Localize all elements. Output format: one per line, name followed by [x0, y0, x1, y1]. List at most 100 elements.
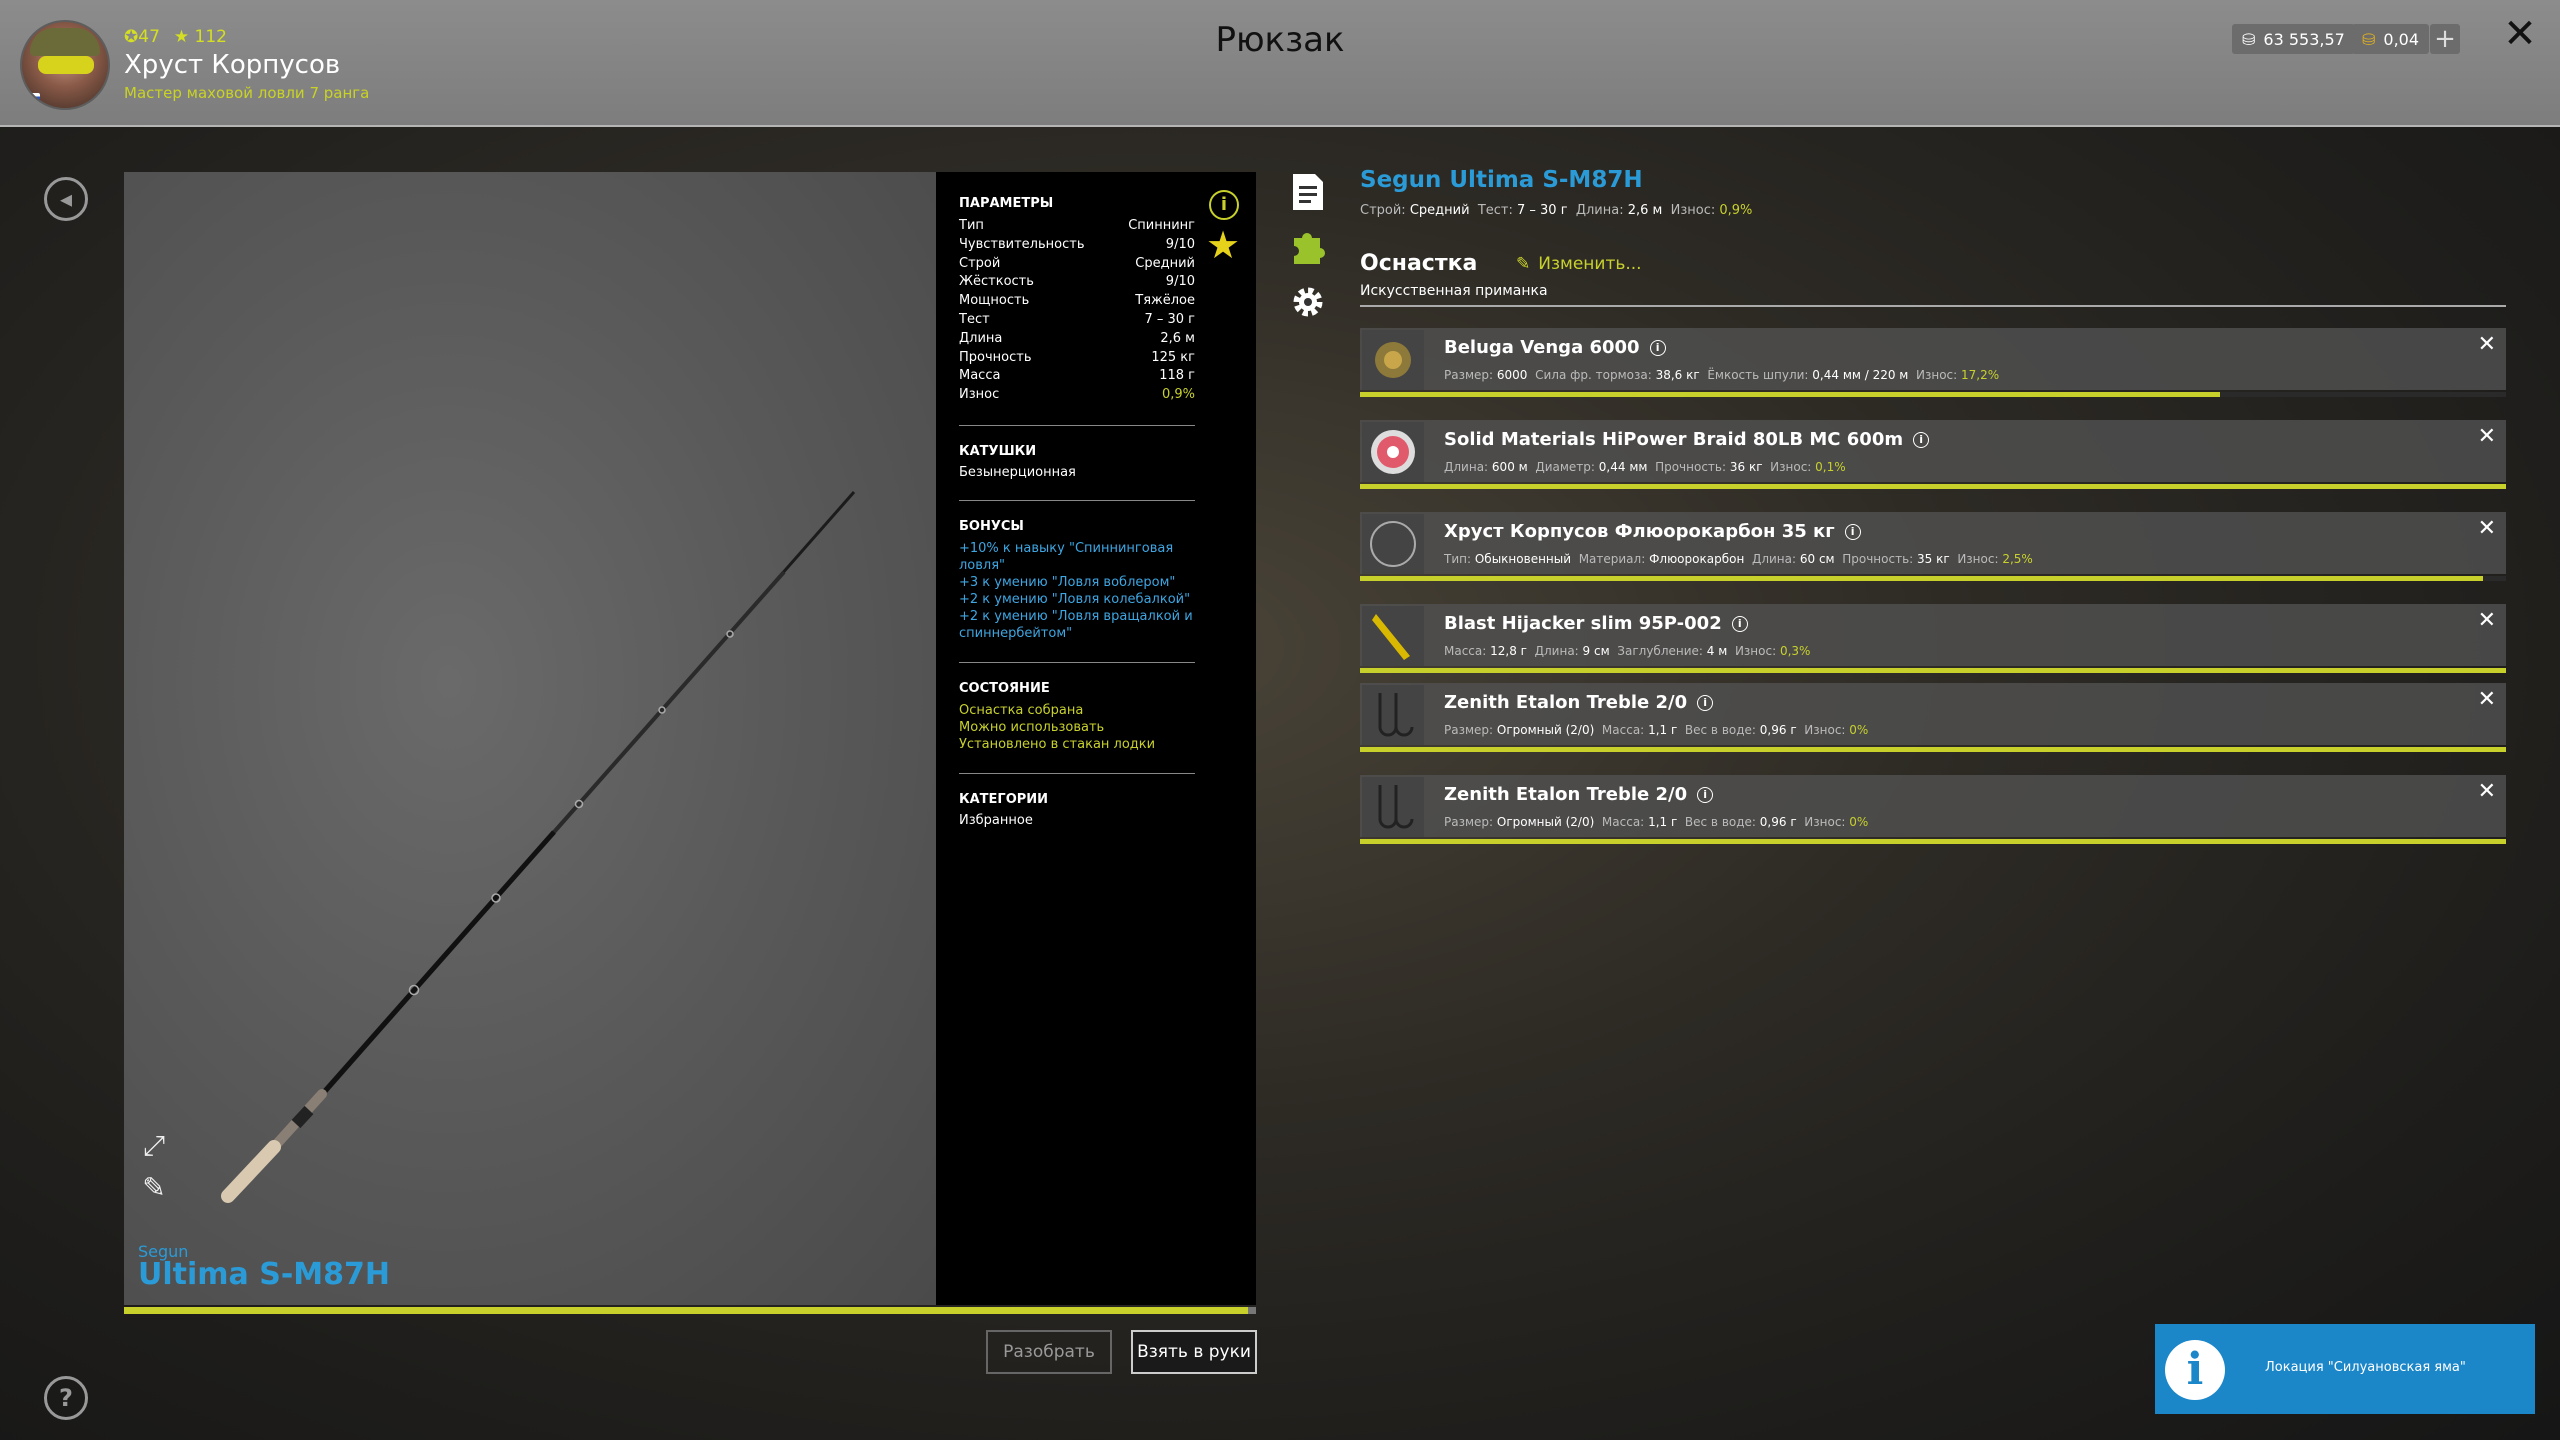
- param-row: Чувствительность 9/10: [959, 236, 1195, 255]
- info-icon[interactable]: i: [1697, 786, 1714, 803]
- divider: [1360, 305, 2506, 307]
- tackle-slot[interactable]: Zenith Etalon Treble 2/0 i Размер: Огромны…: [1360, 683, 2506, 752]
- tackle-subtitle: Искусственная приманка: [1360, 283, 1548, 299]
- back-icon[interactable]: ◂: [44, 177, 88, 221]
- prop-value: 2,5%: [2002, 552, 2033, 566]
- info-icon[interactable]: i: [1649, 339, 1666, 356]
- param-row: Мощность Тяжёлое: [959, 292, 1195, 311]
- add-currency-button[interactable]: +: [2430, 24, 2460, 54]
- tackle-props: Размер: 6000 Сила фр. тормоза: 38,6 кг Ё…: [1444, 368, 2007, 382]
- close-button[interactable]: ✕: [2500, 14, 2540, 54]
- tackle-slot[interactable]: Solid Materials HiPower Braid 80LB MC 60…: [1360, 420, 2506, 489]
- tackle-name: Zenith Etalon Treble 2/0: [1444, 784, 1688, 805]
- prop-value: Средний: [1409, 203, 1470, 218]
- param-row: Прочность 125 кг: [959, 349, 1195, 368]
- param-value: 2,6 м: [1160, 330, 1195, 346]
- document-icon[interactable]: [1290, 172, 1326, 212]
- location-notification[interactable]: i Локация "Силуановская яма": [2155, 1324, 2535, 1414]
- remove-icon[interactable]: ✕: [2478, 608, 2496, 633]
- top-bar: ✪47 ★ 112 Хруст Корпусов Мастер маховой …: [0, 0, 2560, 127]
- state-item: Оснастка собрана: [959, 702, 1084, 718]
- remove-icon[interactable]: ✕: [2478, 424, 2496, 449]
- tackle-slot[interactable]: Blast Hijacker slim 95P-002 i Масса: 12,8 …: [1360, 604, 2506, 673]
- gear-icon[interactable]: [1290, 282, 1326, 322]
- param-label: Тип: [959, 218, 984, 233]
- remove-icon[interactable]: ✕: [2478, 516, 2496, 541]
- param-label: Тест: [959, 311, 990, 327]
- param-row: Износ 0,9%: [959, 386, 1195, 405]
- gold-amount: 0,04: [2383, 29, 2420, 49]
- remove-icon[interactable]: ✕: [2478, 332, 2496, 357]
- tackle-thumbnail: [1362, 606, 1424, 666]
- expand-icon[interactable]: ⤢: [138, 1130, 170, 1162]
- tackle-slot[interactable]: Beluga Venga 6000 i Размер: 6000 Сила фр. …: [1360, 328, 2506, 397]
- param-row: Длина 2,6 м: [959, 330, 1195, 349]
- parameters-panel: i ★ ПАРАМЕТРЫ Тип Спиннинг Чувствительност…: [936, 172, 1256, 1305]
- prop-value: 0,9%: [1719, 203, 1753, 218]
- prop-value: 6000: [1496, 368, 1528, 382]
- tackle-slot[interactable]: Zenith Etalon Treble 2/0 i Размер: Огромны…: [1360, 775, 2506, 844]
- prop-value: 0,96 г: [1759, 723, 1797, 737]
- tackle-title: Оснастка: [1360, 251, 1478, 276]
- rod-title: Segun Ultima S-M87H: [1360, 167, 1643, 193]
- edit-icon: ✎: [1516, 254, 1531, 274]
- prop-label: Ёмкость шпули:: [1707, 368, 1809, 382]
- prop-label: Износ:: [1957, 552, 1999, 566]
- param-value: Спиннинг: [1128, 218, 1195, 233]
- gold-balance[interactable]: ⛁ 0,04: [2352, 24, 2430, 54]
- param-row: Тест 7 – 30 г: [959, 311, 1195, 330]
- tackle-name: Zenith Etalon Treble 2/0: [1444, 692, 1688, 713]
- favorite-star-icon[interactable]: ★: [1206, 226, 1240, 264]
- tackle-props: Длина: 600 м Диаметр: 0,44 мм Прочность:…: [1444, 460, 1853, 474]
- take-in-hands-button[interactable]: Взять в руки: [1131, 1330, 1257, 1374]
- prop-label: Масса:: [1601, 723, 1645, 737]
- wear-bar: [1360, 392, 2220, 397]
- tackle-name: Beluga Venga 6000: [1444, 337, 1640, 358]
- param-row: Тип Спиннинг: [959, 217, 1195, 236]
- remove-icon[interactable]: ✕: [2478, 687, 2496, 712]
- tackle-thumbnail: [1362, 514, 1424, 574]
- tackle-name: Blast Hijacker slim 95P-002: [1444, 613, 1722, 634]
- prop-label: Масса:: [1601, 815, 1645, 829]
- param-value: 7 – 30 г: [1144, 311, 1195, 327]
- info-icon[interactable]: i: [1913, 431, 1930, 448]
- prop-value: 0%: [1849, 815, 1869, 829]
- info-icon[interactable]: i: [1209, 190, 1239, 220]
- silver-balance[interactable]: ⛁ 63 553,57: [2232, 24, 2355, 54]
- rod-viewer[interactable]: ⤢ ✎ Segun Ultima S-M87H: [124, 172, 936, 1305]
- prop-label: Длина:: [1575, 203, 1624, 218]
- prop-value: 35 кг: [1917, 552, 1950, 566]
- param-label: Чувствительность: [959, 236, 1085, 252]
- prop-value: 12,8 г: [1490, 644, 1527, 658]
- info-icon[interactable]: i: [1731, 615, 1748, 632]
- param-label: Масса: [959, 368, 1001, 384]
- puzzle-icon[interactable]: [1290, 226, 1326, 266]
- prop-value: 1,1 г: [1648, 723, 1678, 737]
- param-value: 118 г: [1159, 368, 1195, 384]
- tackle-name-row: Zenith Etalon Treble 2/0 i: [1444, 692, 1714, 713]
- prop-label: Размер:: [1444, 815, 1494, 829]
- prop-label: Диаметр:: [1535, 460, 1595, 474]
- prop-value: 2,6 м: [1627, 203, 1663, 218]
- help-icon[interactable]: ?: [44, 1376, 88, 1420]
- pencil-icon[interactable]: ✎: [138, 1172, 170, 1204]
- info-icon[interactable]: i: [1844, 523, 1861, 540]
- tackle-slot[interactable]: Хруст Корпусов Флюорокарбон 35 кг i Тип: О…: [1360, 512, 2506, 581]
- info-icon[interactable]: i: [1697, 694, 1714, 711]
- prop-label: Масса:: [1444, 644, 1487, 658]
- prop-label: Износ:: [1734, 644, 1777, 658]
- russia-flag-icon: [24, 93, 40, 104]
- wear-bar-track: [1360, 747, 2506, 752]
- prop-value: 9 см: [1582, 644, 1610, 658]
- prop-label: Длина:: [1534, 644, 1579, 658]
- change-tackle-link[interactable]: ✎ Изменить...: [1516, 254, 1642, 274]
- disassemble-button[interactable]: Разобрать: [986, 1330, 1112, 1374]
- remove-icon[interactable]: ✕: [2478, 779, 2496, 804]
- prop-label: Прочность:: [1842, 552, 1914, 566]
- state-item: Можно использовать: [959, 719, 1105, 735]
- rod-props: Строй: Средний Тест: 7 – 30 г Длина: 2,6…: [1360, 203, 1752, 218]
- tackle-thumbnail: [1362, 330, 1424, 390]
- tackle-props: Масса: 12,8 г Длина: 9 см Заглубление: 4…: [1444, 644, 1818, 658]
- param-label: Длина: [959, 330, 1003, 346]
- tackle-thumbnail: [1362, 422, 1424, 482]
